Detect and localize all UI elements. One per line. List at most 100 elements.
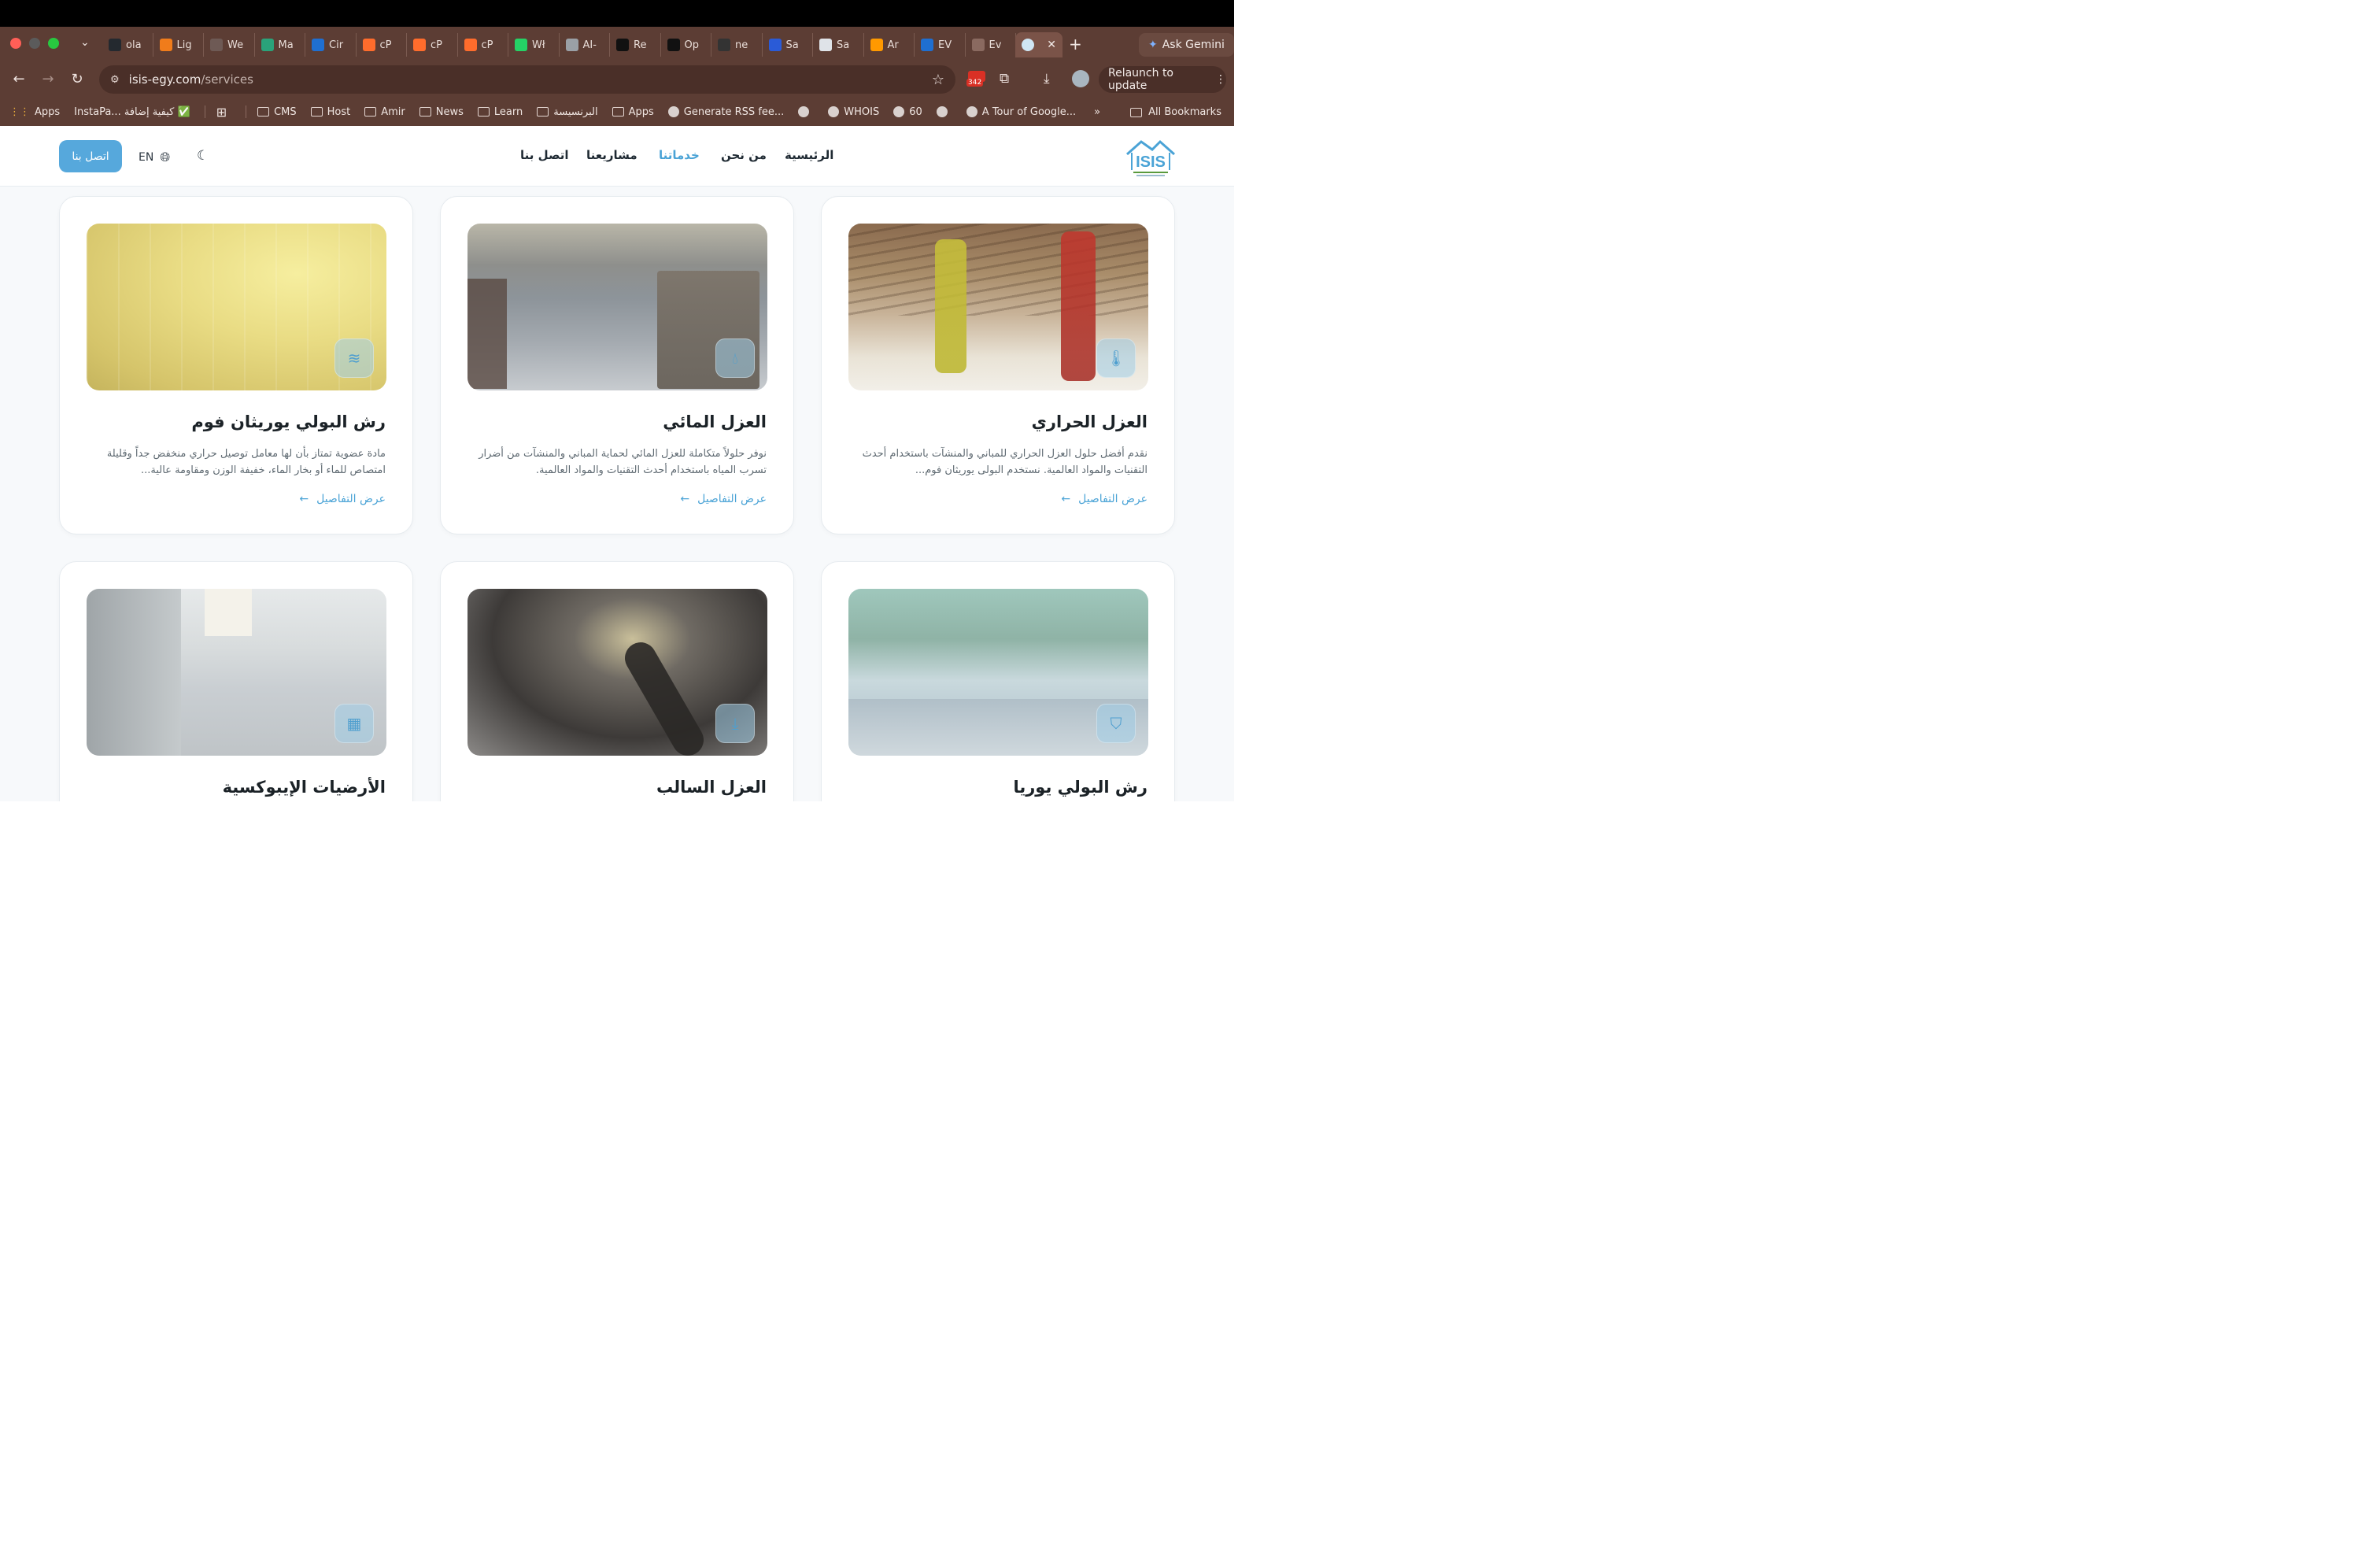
bookmark-item[interactable] — [936, 106, 952, 117]
service-card[interactable]: ⛉ رش البولي يوريا — [821, 561, 1175, 801]
url-text[interactable]: isis-egy.com/services — [129, 72, 253, 87]
back-icon[interactable]: ← — [10, 71, 28, 87]
tab-search-chevron-icon[interactable]: ⌄ — [80, 36, 90, 49]
service-card[interactable]: 💧︎ العزل المائي نوفر حلولاً متكاملة للعز… — [440, 196, 794, 534]
tab[interactable]: Wł — [508, 33, 560, 57]
language-switcher[interactable]: EN 🌐︎ — [139, 150, 170, 165]
nav-home[interactable]: الرئيسية — [785, 148, 833, 162]
bookmark-item[interactable]: ⋮⋮ Apps — [9, 106, 60, 118]
bookmark-item[interactable]: ⊞ — [216, 105, 231, 120]
address-bar[interactable]: ⚙ isis-egy.com/services ☆ — [99, 65, 955, 94]
download-icon[interactable]: ⤓ — [1044, 71, 1050, 87]
view-details-link[interactable]: عرض التفاصيل ← — [1061, 493, 1148, 505]
tab-label: EV — [938, 39, 952, 51]
tab-label: cP — [379, 39, 392, 51]
service-card[interactable]: 🌡︎ العزل الحراري نقدم أفضل حلول العزل ال… — [821, 196, 1175, 534]
nav-projects[interactable]: مشاريعنا — [586, 148, 638, 162]
tab-active[interactable]: ✕ — [1015, 32, 1062, 57]
folder-icon — [612, 107, 624, 117]
tab[interactable]: cP — [407, 33, 458, 57]
minimize-window-button[interactable] — [29, 38, 40, 49]
bookmark-star-icon[interactable]: ☆ — [932, 72, 944, 88]
theme-toggle-moon-icon[interactable]: ☾ — [197, 148, 209, 164]
contact-button[interactable]: اتصل بنا — [59, 140, 122, 172]
forward-icon[interactable]: → — [39, 71, 57, 87]
bookmark-item[interactable] — [798, 106, 814, 117]
bookmark-item[interactable]: News — [419, 106, 464, 118]
tab-label: cP — [431, 39, 442, 51]
grid-icon: ⊞ — [216, 104, 227, 120]
tab[interactable]: Lig — [153, 33, 204, 57]
tab[interactable]: Sa — [763, 33, 813, 57]
bookmark-item[interactable]: Generate RSS fee... — [667, 106, 784, 118]
bookmark-item[interactable]: InstaPa... كيفية إضافة ✅ — [74, 106, 190, 118]
maximize-window-button[interactable] — [48, 38, 59, 49]
view-details-link[interactable]: عرض التفاصيل ← — [680, 493, 767, 505]
bookmark-label: Host — [327, 105, 351, 118]
window-controls — [10, 38, 59, 49]
close-tab-icon[interactable]: ✕ — [1047, 39, 1056, 51]
tab-label: Op — [684, 39, 699, 51]
sixty-icon — [893, 106, 905, 117]
reload-icon[interactable]: ↻ — [68, 71, 86, 87]
service-description: نقدم أفضل حلول العزل الحراري للمباني وال… — [862, 448, 1148, 476]
tab[interactable]: We — [204, 33, 255, 57]
nav-about[interactable]: من نحن — [721, 148, 767, 162]
cpanel-icon — [413, 39, 426, 51]
bookmark-item[interactable]: CMS — [257, 106, 297, 118]
profile-avatar[interactable] — [1072, 70, 1089, 87]
bookmarks-bar: ⋮⋮ Apps InstaPa... كيفية إضافة ✅ ⊞ CMS Host Am… — [0, 98, 1234, 126]
bookmark-item[interactable]: Amir — [364, 106, 405, 118]
folder-icon — [310, 107, 323, 117]
service-card[interactable]: ▦ الأرضيات الإيبوكسية — [59, 561, 413, 801]
bookmark-item[interactable]: Apps — [612, 106, 654, 118]
view-details-link[interactable]: عرض التفاصيل ← — [299, 493, 386, 505]
overflow-chevron-icon[interactable]: » — [1094, 106, 1100, 118]
ev-icon — [971, 39, 985, 51]
bookmark-item[interactable]: Host — [310, 105, 351, 118]
arrow-left-icon: ← — [299, 493, 309, 505]
ext-icon — [936, 106, 948, 117]
tab[interactable]: ne — [711, 33, 763, 57]
more-menu-icon[interactable]: ⋮ — [1215, 73, 1226, 86]
tab[interactable]: ola — [102, 33, 153, 57]
tab[interactable]: cP — [357, 33, 407, 57]
tab[interactable]: cP — [458, 33, 508, 57]
new-tab-button[interactable]: + — [1069, 35, 1082, 54]
arrow-left-icon: ← — [1061, 493, 1071, 505]
nav-services[interactable]: خدماتنا — [659, 148, 700, 162]
service-card[interactable]: ≋ رش البولي يوريثان فوم مادة عضوية تمتاز… — [59, 196, 413, 534]
relaunch-button[interactable]: Relaunch to update ⋮ — [1099, 66, 1226, 93]
bookmark-item[interactable]: Learn — [477, 106, 523, 118]
tab[interactable]: Ar — [864, 33, 915, 57]
tab[interactable]: Op — [661, 33, 711, 57]
all-bookmarks-button[interactable]: » All Bookmarks — [1094, 106, 1221, 118]
bookmark-item[interactable]: WHOIS — [828, 106, 879, 118]
bookmark-item[interactable]: البرنسيسة — [537, 106, 598, 118]
tab[interactable]: Ev — [966, 33, 1016, 57]
tab[interactable]: Re — [610, 33, 661, 57]
tab[interactable]: Sa — [813, 33, 864, 57]
mail-extension-icon[interactable]: 342 — [966, 69, 987, 90]
tab[interactable]: EV — [915, 33, 966, 57]
cpanel-icon — [362, 39, 375, 51]
extensions-puzzle-icon[interactable]: ⧉ — [1000, 71, 1009, 87]
bookmark-label: 60 — [909, 105, 922, 118]
service-card[interactable]: ⤓ العزل السالب — [440, 561, 794, 801]
bookmark-label: Apps — [35, 105, 61, 118]
url-path: /services — [201, 72, 253, 87]
grid-icon: ▦ — [334, 704, 374, 743]
droplets-icon: 💧︎ — [715, 338, 755, 378]
tab[interactable]: AI- — [560, 33, 610, 57]
nav-contact[interactable]: اتصل بنا — [520, 148, 569, 162]
bookmark-item[interactable]: 60 — [893, 106, 922, 118]
tab[interactable]: Cir — [305, 33, 357, 57]
bookmark-item[interactable]: A Tour of Google... — [966, 106, 1076, 118]
tab[interactable]: Ma — [255, 33, 305, 57]
view-details-label: عرض التفاصيل — [1078, 493, 1148, 505]
service-title: الأرضيات الإيبوكسية — [222, 778, 386, 797]
whois-icon — [828, 106, 840, 117]
close-window-button[interactable] — [10, 38, 21, 49]
site-settings-icon[interactable]: ⚙ — [110, 74, 120, 86]
ask-gemini-button[interactable]: ✦ Ask Gemini — [1139, 33, 1234, 57]
